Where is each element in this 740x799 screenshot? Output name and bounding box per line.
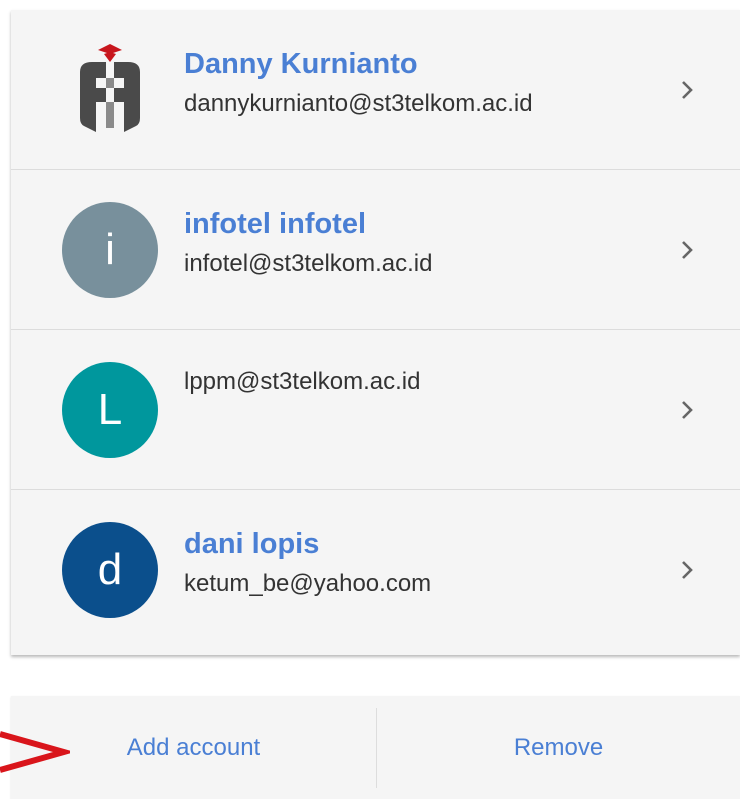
account-chooser: Danny Kurnianto dannykurnianto@st3telkom… bbox=[0, 0, 740, 799]
avatar: d bbox=[62, 522, 158, 618]
chevron-right-icon bbox=[682, 401, 693, 419]
avatar: i bbox=[62, 202, 158, 298]
account-email: lppm@st3telkom.ac.id bbox=[184, 368, 421, 395]
account-list: Danny Kurnianto dannykurnianto@st3telkom… bbox=[11, 10, 740, 655]
red-arrow-annotation-icon bbox=[0, 731, 70, 773]
chevron-right-icon bbox=[682, 241, 693, 259]
account-item-dani-lopis[interactable]: d dani lopis ketum_be@yahoo.com bbox=[11, 490, 740, 655]
account-name: Danny Kurnianto bbox=[184, 48, 418, 80]
remove-button[interactable]: Remove bbox=[377, 696, 740, 799]
account-item-danny-kurnianto[interactable]: Danny Kurnianto dannykurnianto@st3telkom… bbox=[11, 10, 740, 170]
chevron-right-icon bbox=[682, 561, 693, 579]
account-actions-bar: Add account Remove bbox=[11, 696, 740, 799]
account-name: infotel infotel bbox=[184, 208, 367, 240]
account-item-infotel[interactable]: i infotel infotel infotel@st3telkom.ac.i… bbox=[11, 170, 740, 330]
chevron-right-icon bbox=[682, 81, 693, 99]
avatar: L bbox=[62, 362, 158, 458]
account-item-lppm[interactable]: L lppm@st3telkom.ac.id bbox=[11, 330, 740, 490]
account-email: ketum_be@yahoo.com bbox=[184, 570, 432, 597]
account-email: dannykurnianto@st3telkom.ac.id bbox=[184, 90, 533, 117]
account-name: dani lopis bbox=[184, 528, 320, 560]
account-email: infotel@st3telkom.ac.id bbox=[184, 250, 433, 277]
st3telkom-logo-avatar bbox=[80, 44, 140, 132]
